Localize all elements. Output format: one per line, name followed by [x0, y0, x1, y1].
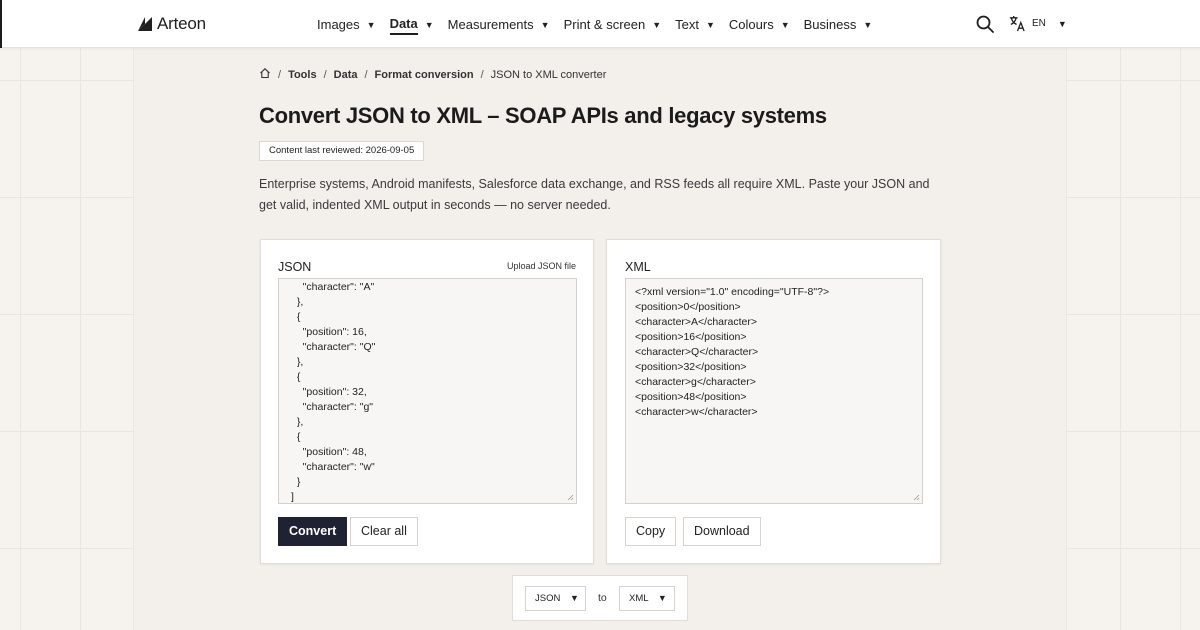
convert-button[interactable]: Convert: [278, 517, 348, 546]
brand-logo[interactable]: Arteon: [137, 14, 206, 34]
language-code: EN: [1032, 18, 1046, 29]
nav-item-label: Measurements: [447, 17, 534, 32]
breadcrumb-separator: /: [278, 69, 282, 81]
caret-down-icon: ▼: [569, 593, 579, 603]
language-selector[interactable]: EN ▼: [1009, 15, 1067, 32]
source-format-value: JSON: [535, 593, 561, 604]
nav-item-business[interactable]: Business ▼: [804, 16, 887, 35]
target-format-select[interactable]: XML ▼: [619, 586, 675, 611]
source-format-select[interactable]: JSON ▼: [525, 586, 586, 611]
caret-down-icon: ▼: [366, 19, 376, 30]
arteon-logo-icon: [138, 17, 152, 31]
clear-all-button[interactable]: Clear all: [350, 517, 418, 546]
nav-item-data[interactable]: Data ▼: [389, 16, 448, 35]
caret-down-icon: ▼: [424, 19, 434, 30]
top-navigation-bar: Arteon Images ▼ Data ▼ Measurements ▼ Pr…: [0, 0, 1200, 48]
nav-item-print-screen[interactable]: Print & screen ▼: [564, 16, 676, 35]
caret-down-icon: ▼: [540, 19, 550, 30]
caret-down-icon: ▼: [652, 19, 662, 30]
reviewed-date-badge: Content last reviewed: 2026-09-05: [259, 141, 425, 161]
json-input-textarea[interactable]: "character": "A" }, { "position": 16, "c…: [278, 278, 577, 504]
brand-name: Arteon: [157, 14, 206, 33]
nav-item-label: Data: [389, 16, 418, 35]
format-selector-bar: JSON ▼ to XML ▼: [512, 575, 688, 621]
upload-json-link[interactable]: Upload JSON file: [507, 261, 576, 271]
caret-down-icon: ▼: [706, 19, 715, 30]
nav-item-label: Colours: [728, 17, 774, 32]
nav-item-label: Images: [317, 17, 360, 32]
window-edge: [0, 0, 2, 48]
nav-item-images[interactable]: Images ▼: [317, 16, 390, 35]
breadcrumb-separator: /: [364, 69, 368, 81]
breadcrumb: / Tools / Data / Format conversion / JSO…: [259, 67, 607, 81]
json-input-panel: JSON Upload JSON file "character": "A" }…: [260, 239, 594, 564]
json-input-content: "character": "A" }, { "position": 16, "c…: [291, 281, 376, 503]
main-nav: Images ▼ Data ▼ Measurements ▼ Print & s…: [317, 16, 886, 35]
copy-button[interactable]: Copy: [625, 517, 677, 546]
caret-down-icon: ▼: [657, 593, 667, 603]
nav-item-label: Text: [675, 17, 699, 32]
target-format-value: XML: [629, 593, 649, 604]
breadcrumb-current: JSON to XML converter: [490, 69, 607, 81]
home-icon[interactable]: [259, 67, 271, 79]
nav-item-colours[interactable]: Colours ▼: [729, 16, 804, 35]
caret-down-icon: ▼: [1057, 18, 1067, 29]
download-button[interactable]: Download: [683, 517, 761, 546]
nav-item-measurements[interactable]: Measurements ▼: [448, 16, 564, 35]
search-icon[interactable]: [976, 15, 994, 33]
caret-down-icon: ▼: [863, 19, 873, 30]
xml-panel-label: XML: [625, 260, 651, 274]
xml-output-content: <?xml version="1.0" encoding="UTF-8"?> <…: [635, 286, 830, 418]
intro-text: Enterprise systems, Android manifests, S…: [259, 177, 930, 212]
nav-item-text[interactable]: Text ▼: [675, 16, 729, 35]
caret-down-icon: ▼: [780, 19, 790, 30]
main-content: / Tools / Data / Format conversion / JSO…: [134, 48, 1066, 630]
translate-icon: [1009, 15, 1025, 32]
xml-output-textarea[interactable]: <?xml version="1.0" encoding="UTF-8"?> <…: [625, 278, 923, 504]
breadcrumb-format-conversion[interactable]: Format conversion: [375, 69, 474, 81]
resize-grip-icon[interactable]: [567, 494, 574, 501]
xml-output-panel: XML <?xml version="1.0" encoding="UTF-8"…: [606, 239, 941, 564]
breadcrumb-separator: /: [480, 69, 484, 81]
nav-item-label: Print & screen: [563, 17, 646, 32]
breadcrumb-data[interactable]: Data: [334, 69, 358, 81]
breadcrumb-tools[interactable]: Tools: [288, 69, 317, 81]
breadcrumb-separator: /: [323, 69, 327, 81]
json-panel-label: JSON: [278, 260, 312, 274]
page-title: Convert JSON to XML – SOAP APIs and lega…: [259, 103, 827, 128]
format-to-label: to: [598, 592, 607, 604]
resize-grip-icon[interactable]: [913, 494, 920, 501]
nav-item-label: Business: [803, 17, 857, 32]
